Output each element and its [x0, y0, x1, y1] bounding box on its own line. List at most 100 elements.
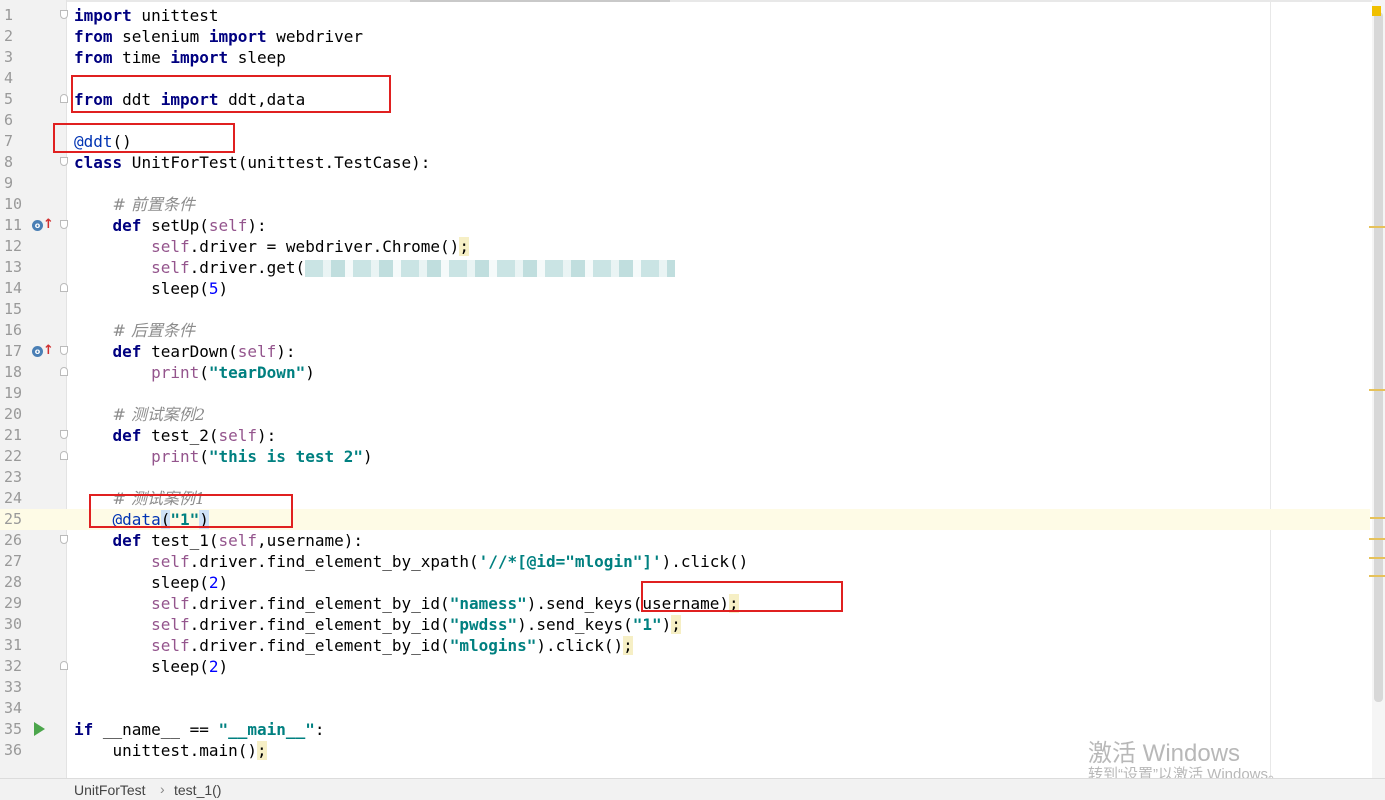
code-line[interactable]: 8 class UnitForTest(unittest.TestCase): — [0, 152, 1370, 173]
annotation-box-import-ddt — [71, 75, 391, 113]
code-token: ( — [199, 363, 209, 382]
code-token: ): — [276, 342, 296, 361]
code-line[interactable]: 32 sleep(2) — [0, 656, 1370, 677]
line-text[interactable]: if __name__ == "__main__": — [74, 719, 324, 740]
line-number: 32 — [4, 657, 23, 675]
keyword: import — [74, 6, 132, 25]
scroll-marker[interactable] — [1369, 226, 1385, 228]
line-text[interactable]: def test_2(self): — [74, 425, 277, 446]
code-line[interactable]: 33 — [0, 677, 1370, 698]
fold-marker-icon[interactable] — [60, 661, 68, 670]
code-line[interactable]: 26 def test_1(self,username): — [0, 530, 1370, 551]
code-token: unittest.main() — [112, 741, 258, 760]
code-token: ( — [199, 447, 209, 466]
line-text[interactable]: self.driver = webdriver.Chrome(); — [74, 236, 469, 257]
fold-marker-icon[interactable] — [60, 94, 68, 103]
line-text[interactable]: # 后置条件 — [74, 320, 196, 341]
redacted-url — [305, 260, 676, 277]
line-text[interactable]: self.driver.find_element_by_id("pwdss").… — [74, 614, 681, 635]
fold-marker-icon[interactable] — [60, 367, 68, 376]
scroll-marker[interactable] — [1369, 575, 1385, 577]
line-number: 36 — [4, 741, 23, 759]
fold-marker-icon[interactable] — [60, 220, 68, 229]
builtin-print: print — [151, 447, 200, 466]
code-line[interactable]: 3 from time import sleep — [0, 47, 1370, 68]
fold-marker-icon[interactable] — [60, 430, 68, 439]
line-text[interactable]: sleep(5) — [74, 278, 228, 299]
code-token: setUp( — [141, 216, 209, 235]
fold-marker-icon[interactable] — [60, 535, 68, 544]
code-token: sleep — [228, 48, 286, 67]
line-text[interactable]: def test_1(self,username): — [74, 530, 363, 551]
line-text[interactable]: # 前置条件 — [74, 194, 196, 215]
scroll-marker[interactable] — [1369, 557, 1385, 559]
code-line[interactable]: 27 self.driver.find_element_by_xpath('//… — [0, 551, 1370, 572]
code-line[interactable]: 22 print("this is test 2") — [0, 446, 1370, 467]
code-line[interactable]: 31 self.driver.find_element_by_id("mlogi… — [0, 635, 1370, 656]
code-line[interactable]: 10 # 前置条件 — [0, 194, 1370, 215]
code-token: sleep( — [151, 279, 209, 298]
code-token: ).click() — [661, 552, 749, 571]
line-text[interactable]: sleep(2) — [74, 572, 228, 593]
code-line[interactable]: 23 — [0, 467, 1370, 488]
scroll-marker[interactable] — [1369, 517, 1385, 519]
fold-marker-icon[interactable] — [60, 451, 68, 460]
line-text[interactable]: print("this is test 2") — [74, 446, 373, 467]
line-text[interactable]: self.driver.find_element_by_id("namess")… — [74, 593, 739, 614]
line-number: 4 — [4, 69, 14, 87]
fold-marker-icon[interactable] — [60, 346, 68, 355]
line-text[interactable]: import unittest — [74, 5, 219, 26]
line-text[interactable]: print("tearDown") — [74, 362, 315, 383]
code-line[interactable]: 13 self.driver.get( — [0, 257, 1370, 278]
fold-marker-icon[interactable] — [60, 283, 68, 292]
code-line[interactable]: 2 from selenium import webdriver — [0, 26, 1370, 47]
line-text[interactable]: unittest.main(); — [74, 740, 267, 761]
line-text[interactable]: self.driver.find_element_by_xpath('//*[@… — [74, 551, 748, 572]
fold-marker-icon[interactable] — [60, 10, 68, 19]
code-token: sleep( — [151, 573, 209, 592]
override-up-arrow-icon[interactable]: o ↑ — [32, 218, 54, 232]
fold-marker-icon[interactable] — [60, 157, 68, 166]
line-text[interactable]: # 测试案例2 — [74, 404, 206, 425]
code-line[interactable]: 34 — [0, 698, 1370, 719]
line-number: 7 — [4, 132, 14, 150]
code-line[interactable]: 11 o ↑ def setUp(self): — [0, 215, 1370, 236]
code-token: test_2( — [141, 426, 219, 445]
code-line[interactable]: 30 self.driver.find_element_by_id("pwdss… — [0, 614, 1370, 635]
inspection-status-icon[interactable] — [1372, 6, 1381, 16]
code-line[interactable]: 14 sleep(5) — [0, 278, 1370, 299]
run-triangle-icon[interactable] — [34, 722, 45, 736]
code-token: ) — [218, 657, 229, 676]
line-text[interactable]: self.driver.find_element_by_id("mlogins"… — [74, 635, 633, 656]
breadcrumb: UnitForTest › test_1() — [0, 778, 1385, 800]
code-line[interactable]: 21 def test_2(self): — [0, 425, 1370, 446]
line-number: 8 — [4, 153, 14, 171]
line-text[interactable]: class UnitForTest(unittest.TestCase): — [74, 152, 430, 173]
line-text[interactable]: def tearDown(self): — [74, 341, 296, 362]
code-line[interactable]: 1 import unittest — [0, 5, 1370, 26]
code-line[interactable]: 19 — [0, 383, 1370, 404]
annotation-box-data-decorator — [89, 494, 293, 528]
code-line[interactable]: 17 o ↑ def tearDown(self): — [0, 341, 1370, 362]
line-text[interactable]: from selenium import webdriver — [74, 26, 363, 47]
line-number: 20 — [4, 405, 23, 423]
code-token: sleep( — [151, 657, 209, 676]
code-line[interactable]: 12 self.driver = webdriver.Chrome(); — [0, 236, 1370, 257]
breadcrumb-class[interactable]: UnitForTest — [74, 782, 146, 798]
scroll-marker[interactable] — [1369, 389, 1385, 391]
code-line[interactable]: 18 print("tearDown") — [0, 362, 1370, 383]
code-line[interactable]: 20 # 测试案例2 — [0, 404, 1370, 425]
self-token: self — [151, 237, 190, 256]
override-up-arrow-icon[interactable]: o ↑ — [32, 344, 54, 358]
breadcrumb-method[interactable]: test_1() — [174, 782, 221, 798]
line-text[interactable]: self.driver.get( — [74, 257, 676, 278]
code-line[interactable]: 16 # 后置条件 — [0, 320, 1370, 341]
line-text[interactable]: sleep(2) — [74, 656, 228, 677]
line-text[interactable]: from time import sleep — [74, 47, 286, 68]
code-line[interactable]: 15 — [0, 299, 1370, 320]
line-text[interactable]: def setUp(self): — [74, 215, 267, 236]
scrollbar-thumb[interactable] — [1374, 12, 1383, 702]
breadcrumb-separator: › — [160, 781, 165, 797]
scroll-marker[interactable] — [1369, 538, 1385, 540]
code-line[interactable]: 9 — [0, 173, 1370, 194]
